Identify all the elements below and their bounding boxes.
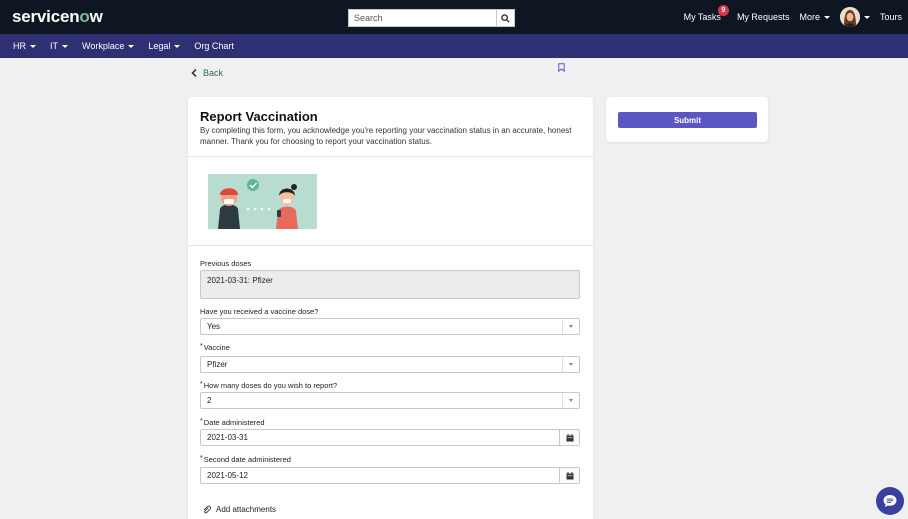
vaccination-illustration (208, 174, 317, 229)
add-attachments-label: Add attachments (216, 505, 277, 514)
nav-item-org-chart[interactable]: Org Chart (194, 41, 234, 51)
chevron-down-icon (174, 44, 181, 48)
bookmark-icon (558, 63, 565, 73)
my-requests-label: My Requests (736, 12, 790, 22)
search-icon (501, 13, 510, 23)
divider (188, 156, 593, 157)
calendar-icon (566, 471, 573, 479)
received-dose-value: Yes (207, 322, 221, 331)
add-attachments-link[interactable]: Add attachments (202, 505, 276, 514)
previous-doses-value: 2021-03-31: Pfizer (207, 276, 273, 285)
doses-count-select[interactable]: 2 (200, 392, 580, 409)
more-label: More (799, 12, 820, 22)
form-description: By completing this form, you acknowledge… (200, 126, 572, 146)
nav-item-label: IT (50, 41, 58, 51)
previous-doses-field: 2021-03-31: Pfizer (200, 270, 580, 299)
date-picker-button[interactable] (559, 468, 579, 483)
submit-button[interactable]: Submit (618, 112, 757, 128)
dropdown-arrow-icon (562, 393, 579, 408)
date-administered-input[interactable]: 2021-03-31 (200, 429, 580, 446)
paperclip-icon (203, 505, 211, 514)
nav-item-label: Workplace (82, 41, 125, 51)
logo-text-prefix: servicen (12, 7, 80, 26)
divider (188, 245, 593, 246)
submit-card: Submit (606, 97, 768, 142)
search-box (348, 9, 515, 27)
more-menu[interactable]: More (799, 12, 830, 22)
doses-count-value: 2 (207, 396, 212, 405)
search-input[interactable] (349, 10, 498, 26)
calendar-icon (566, 433, 573, 441)
vaccine-label: *Vaccine (200, 343, 230, 352)
chevron-down-icon (863, 15, 870, 19)
vaccine-label-text: Vaccine (203, 343, 230, 352)
chevron-down-icon (30, 44, 36, 48)
date-administered-value: 2021-03-31 (207, 433, 248, 442)
back-link[interactable]: Back (191, 68, 223, 78)
previous-doses-label: Previous doses (200, 259, 252, 268)
logo-text-suffix: w (89, 7, 103, 26)
top-header: servicenow My Tasks 9 My Requests More T… (0, 0, 908, 34)
form-card: Report Vaccination By completing this fo… (188, 97, 593, 519)
logo-text-o: o (79, 7, 90, 26)
nav-item-label: Legal (148, 41, 171, 51)
nav-item-workplace[interactable]: Workplace (82, 41, 135, 51)
tours-label: Tours (879, 12, 902, 22)
chevron-down-icon (62, 44, 68, 48)
nav-item-legal[interactable]: Legal (148, 41, 181, 51)
chevron-down-icon (128, 44, 135, 48)
chat-icon (883, 495, 897, 507)
date-administered-label: *Date administered (200, 418, 265, 427)
vaccination-illustration-icon (208, 174, 317, 229)
my-requests-link[interactable]: My Requests (737, 12, 790, 22)
back-label: Back (203, 68, 224, 78)
doses-count-label: *How many doses do you wish to report? (200, 381, 337, 390)
top-nav: My Tasks 9 My Requests More Tours (674, 0, 902, 34)
required-marker: * (200, 343, 203, 350)
received-dose-select[interactable]: Yes (200, 318, 580, 335)
user-menu[interactable] (839, 7, 870, 27)
nav-item-label: Org Chart (194, 41, 234, 51)
my-tasks-badge: 9 (717, 5, 729, 16)
second-date-label-text: Second date administered (203, 455, 291, 464)
second-date-label: *Second date administered (200, 455, 291, 464)
my-tasks-label: My Tasks (683, 12, 721, 22)
nav-item-label: HR (13, 41, 26, 51)
search-button[interactable] (496, 10, 514, 26)
page-title: Report Vaccination (200, 109, 318, 124)
required-marker: * (200, 455, 203, 462)
date-picker-button[interactable] (559, 430, 579, 445)
nav-item-it[interactable]: IT (50, 41, 68, 51)
date-administered-label-text: Date administered (203, 418, 265, 427)
received-dose-label: Have you received a vaccine dose? (200, 307, 319, 316)
second-date-input[interactable]: 2021-05-12 (200, 467, 580, 484)
secondary-nav: HR IT Workplace Legal Org Chart (0, 34, 908, 58)
dropdown-arrow-icon (562, 319, 579, 334)
required-marker: * (200, 381, 203, 388)
my-tasks-link[interactable]: My Tasks 9 (683, 5, 729, 22)
doses-count-label-text: How many doses do you wish to report? (203, 381, 338, 390)
vaccine-select[interactable]: Pfizer (200, 356, 580, 373)
bookmark-button[interactable] (558, 63, 565, 75)
second-date-value: 2021-05-12 (207, 471, 248, 480)
tours-link[interactable]: Tours (880, 12, 902, 22)
servicenow-logo[interactable]: servicenow (12, 7, 103, 27)
avatar (839, 7, 860, 27)
chevron-left-icon (191, 69, 197, 77)
required-marker: * (200, 418, 203, 425)
vaccine-value: Pfizer (207, 360, 228, 369)
dropdown-arrow-icon (562, 357, 579, 372)
nav-item-hr[interactable]: HR (13, 41, 36, 51)
chat-button[interactable] (876, 487, 904, 515)
chevron-down-icon (823, 15, 830, 19)
user-photo-icon (839, 7, 860, 27)
